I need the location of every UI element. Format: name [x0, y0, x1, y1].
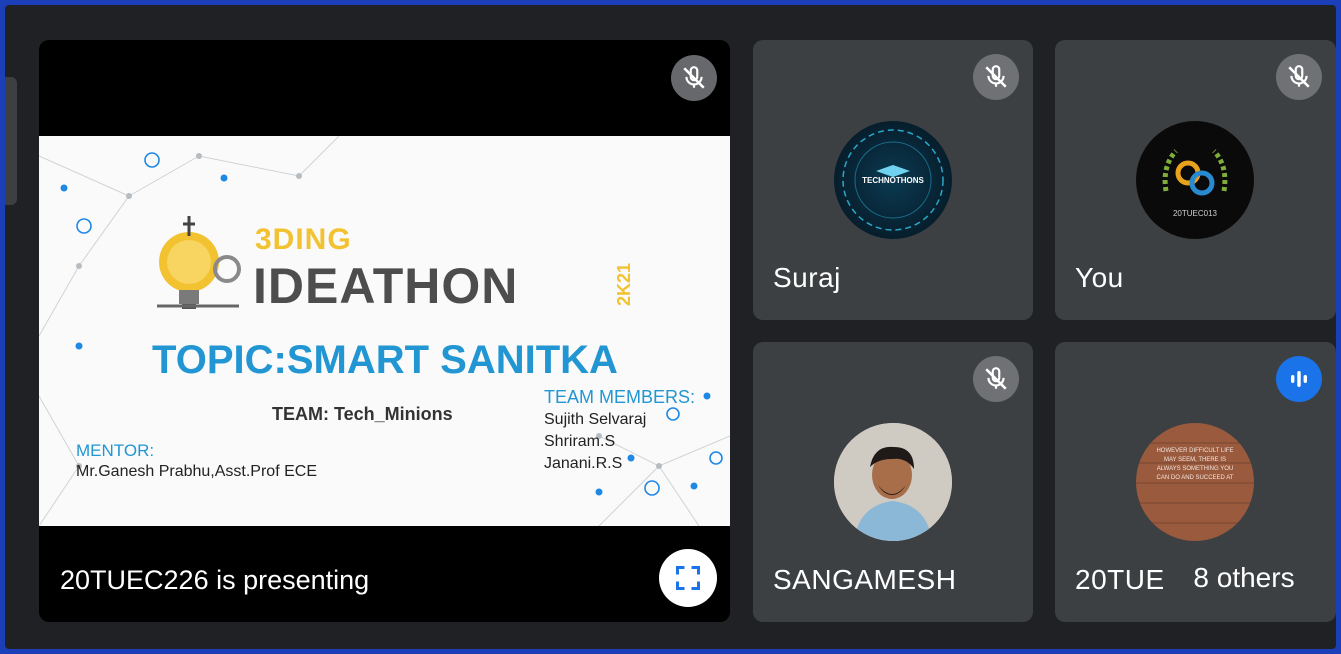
- slide-brand-main: IDEATHON: [253, 258, 519, 314]
- slide-members-heading: TEAM MEMBERS:: [544, 387, 696, 407]
- audio-level-icon: [1276, 356, 1322, 402]
- mic-off-icon: [973, 356, 1019, 402]
- meeting-stage: 3DING IDEATHON 2K21 TOPIC:SMART SANITKA …: [5, 5, 1336, 649]
- participant-tile-suraj[interactable]: TECHNOTHONS Suraj: [753, 40, 1033, 320]
- avatar: [834, 423, 952, 541]
- side-panel-handle[interactable]: [5, 77, 17, 205]
- others-count-chip[interactable]: 8 others: [1164, 548, 1324, 608]
- avatar-text: 20TUEC013: [1172, 209, 1218, 218]
- participant-tile-you[interactable]: 20TUEC013 You: [1055, 40, 1336, 320]
- slide-member: Shriram.S: [544, 433, 616, 450]
- participant-name: You: [1075, 262, 1124, 293]
- mic-off-icon: [671, 55, 717, 101]
- fullscreen-button[interactable]: [659, 549, 717, 607]
- slide-mentor-heading: MENTOR:: [76, 441, 155, 460]
- presentation-tile[interactable]: 3DING IDEATHON 2K21 TOPIC:SMART SANITKA …: [39, 40, 730, 622]
- participant-tile-20tuec226[interactable]: HOWEVER DIFFICULT LIFE MAY SEEM, THERE I…: [1055, 342, 1336, 622]
- slide-team: TEAM: Tech_Minions: [272, 404, 453, 424]
- avatar-text: HOWEVER DIFFICULT LIFE MAY SEEM, THERE I…: [1156, 448, 1234, 481]
- ideathon-logo: [157, 216, 241, 309]
- participant-name: Suraj: [773, 262, 841, 293]
- slide-brand-year: 2K21: [614, 263, 634, 307]
- fullscreen-icon: [675, 565, 701, 591]
- slide-member: Sujith Selvaraj: [544, 411, 647, 428]
- slide-mentor: Mr.Ganesh Prabhu,Asst.Prof ECE: [76, 463, 317, 480]
- avatar-text: TECHNOTHONS: [862, 176, 924, 185]
- presenting-label: 20TUEC226 is presenting: [60, 565, 370, 595]
- avatar: TECHNOTHONS: [834, 121, 952, 239]
- slide-member: Janani.R.S: [544, 455, 623, 472]
- shared-slide: 3DING IDEATHON 2K21 TOPIC:SMART SANITKA …: [39, 136, 730, 526]
- slide-brand-top: 3DING: [255, 223, 352, 256]
- participant-tile-sangamesh[interactable]: SANGAMESH: [753, 342, 1033, 622]
- slide-topic: TOPIC:SMART SANITKA: [152, 338, 618, 382]
- participant-name: SANGAMESH: [773, 564, 957, 595]
- mic-off-icon: [973, 54, 1019, 100]
- avatar: HOWEVER DIFFICULT LIFE MAY SEEM, THERE I…: [1136, 423, 1254, 541]
- mic-off-icon: [1276, 54, 1322, 100]
- avatar: 20TUEC013: [1136, 121, 1254, 239]
